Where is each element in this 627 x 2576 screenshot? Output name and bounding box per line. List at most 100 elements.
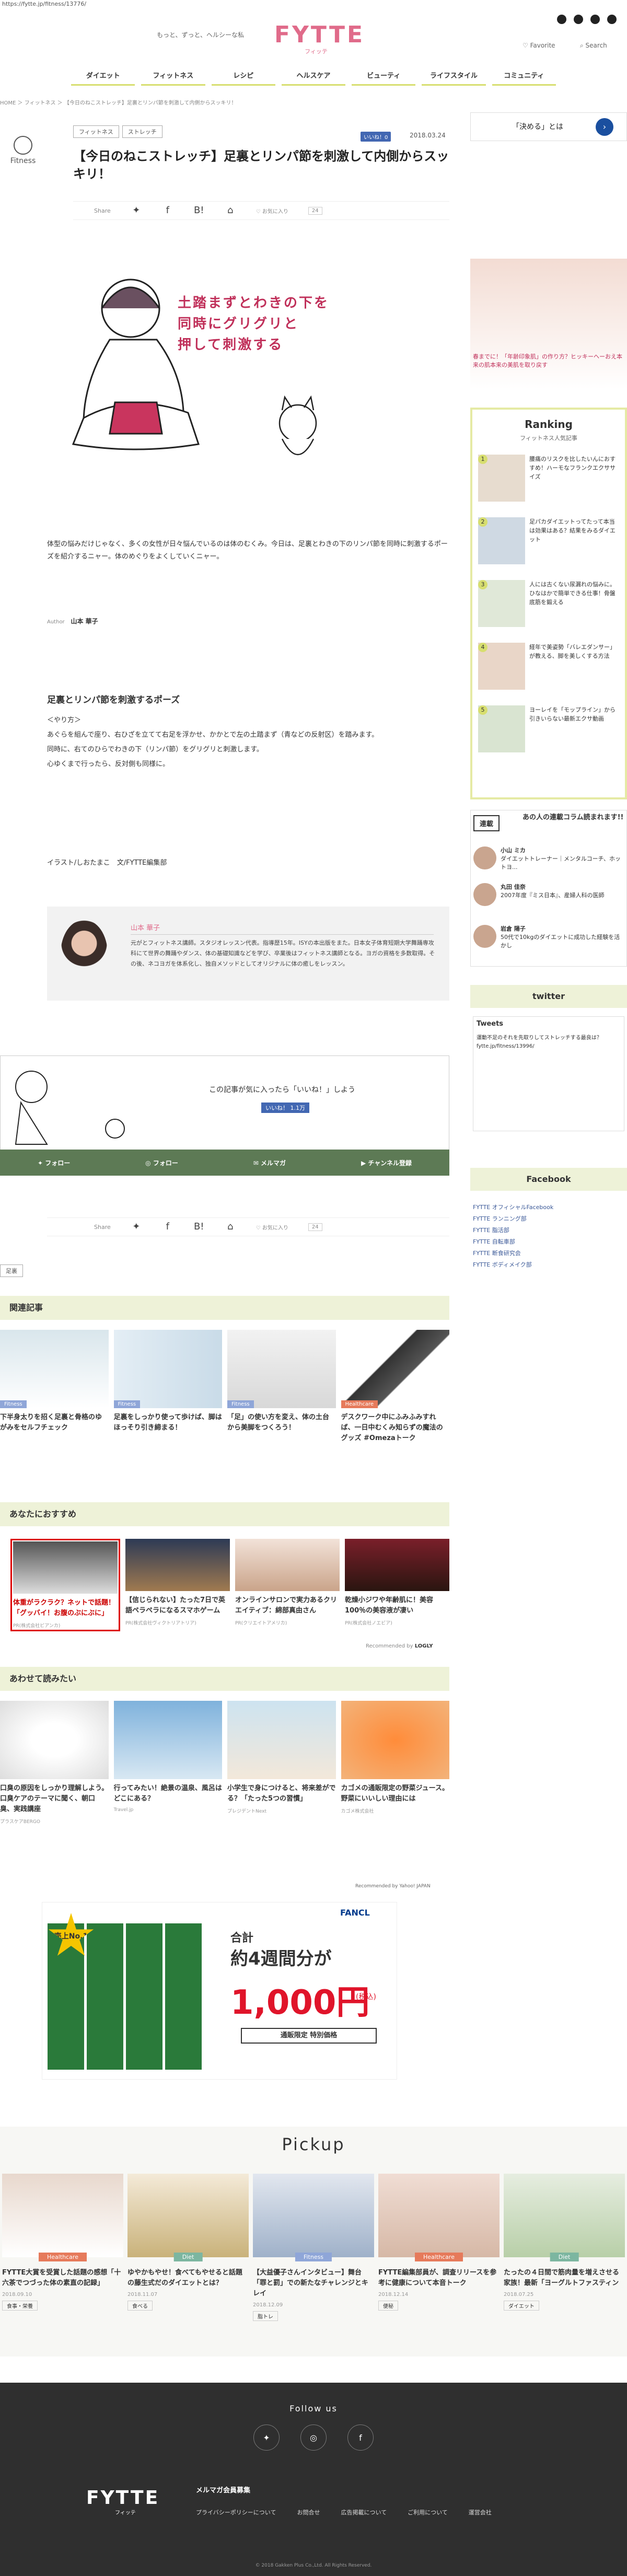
pickup-tag[interactable]: 食べる (127, 2301, 153, 2311)
facebook-share-icon[interactable]: f (162, 206, 173, 215)
nav-item-diet[interactable]: ダイエット (71, 70, 135, 86)
footer-link[interactable]: 運営会社 (469, 2508, 492, 2516)
recommend-card[interactable]: 【信じられない】たった7日で英語ペラペラになるスマホゲーム PR(株式会社ヴィク… (125, 1539, 230, 1631)
footer-link[interactable]: プライバシーポリシーについて (196, 2508, 276, 2516)
footer-link[interactable]: 広告掲載について (341, 2508, 387, 2516)
facebook-icon[interactable] (574, 15, 583, 24)
related-badge: Fitness (113, 1400, 141, 1408)
serial-person[interactable]: 丸田 佳奈 2007年度『ミス日本』、産婦人科の医師 (473, 883, 625, 906)
writer-name[interactable]: 山本 華子 (131, 922, 434, 935)
footer-link[interactable]: お問合せ (297, 2508, 320, 2516)
serial-avatar (473, 846, 496, 869)
also-title: 行ってみたい！絶景の温泉、風呂はどこにある？ (113, 1784, 222, 1803)
recommend-card[interactable]: 体重がラクラク？ネットで話題！「グッバイ！お腹のぶにぶに」 PR(株式会社ビアン… (10, 1539, 120, 1631)
facebook-icon[interactable]: f (347, 2424, 374, 2451)
search-link[interactable]: ⌕ Search (580, 42, 607, 50)
footer-link[interactable]: ご利用について (408, 2508, 448, 2516)
save-button-bottom[interactable]: ♡ お気に入り (256, 1223, 288, 1231)
twitter-icon[interactable]: ✦ (253, 2424, 280, 2451)
instagram-follow[interactable]: ◎ フォロー (145, 1158, 178, 1167)
recommend-card[interactable]: 乾燥小ジワや年齢肌に！美容100％の美容液が凄い PR(株式会社ノエビア) (345, 1539, 449, 1631)
fb-link[interactable]: FYTTE 脂活部 (473, 1225, 624, 1236)
also-thumb (113, 1701, 222, 1779)
instagram-icon[interactable] (557, 15, 566, 24)
also-card[interactable]: カゴメの通販限定の野菜ジュース。野菜にいいしい理由には カゴメ株式会社 (341, 1701, 449, 1825)
ranking-title: 人には古くない尿漏れの悩みに。ひなはかで簡単できる仕事！骨盤底筋を鍛える (529, 581, 616, 606)
nav-item-community[interactable]: コミュニティ (492, 70, 556, 86)
recommend-powered[interactable]: Recommended by LOGLY (366, 1643, 433, 1649)
save-button[interactable]: ♡ お気に入り (256, 207, 288, 215)
pocket-share-icon[interactable]: ⌂ (225, 206, 236, 215)
hatena-share-icon[interactable]: B! (193, 206, 205, 215)
sidebar-ad-beauty[interactable] (470, 259, 627, 389)
twitter-share-icon[interactable]: ✦ (131, 206, 142, 215)
pickup-tag[interactable]: ダイエット (504, 2301, 539, 2311)
twitter-follow[interactable]: ✦ フォロー (38, 1158, 70, 1167)
pickup-tag[interactable]: 食事・栄養 (2, 2301, 38, 2311)
newsletter-link[interactable]: ✉ メルマガ (253, 1158, 286, 1167)
pickup-card[interactable]: Fitness 【大益優子さんインタビュー】舞台「罪と罰」での新たなチャレンジとキ… (253, 2174, 374, 2321)
method-step-1: あぐらを組んで座り、右ひざを立てて右足を浮かせ、かかとで左の土踏まず（青などの反… (47, 731, 379, 739)
fitness-figure-icon (14, 136, 32, 155)
related-thumb: Healthcare (341, 1330, 449, 1408)
tag-fitness[interactable]: フィットネス (73, 125, 119, 138)
favorite-link[interactable]: ♡ Favorite (522, 42, 555, 49)
also-powered[interactable]: Recommended by Yahoo! JAPAN (355, 1884, 431, 1889)
fb-link[interactable]: FYTTE 自転車部 (473, 1236, 624, 1248)
also-card[interactable]: 行ってみたい！絶景の温泉、風呂はどこにある？ Travel.jp (113, 1701, 222, 1825)
ranking-item[interactable]: 2 足パカダイエットってたって本当は効果はある？結果をみるダイエット (478, 517, 619, 570)
twitter-icon[interactable] (590, 15, 600, 24)
youtube-subscribe[interactable]: ▶ チャンネル登録 (361, 1158, 412, 1167)
twitter-share-icon[interactable]: ✦ (131, 1222, 142, 1232)
youtube-icon[interactable] (607, 15, 617, 24)
fb-link[interactable]: FYTTE 断食研究会 (473, 1248, 624, 1259)
instagram-icon[interactable]: ◎ (300, 2424, 327, 2451)
pickup-tag[interactable]: 便秘 (378, 2301, 398, 2311)
arrow-right-icon[interactable]: › (596, 118, 613, 136)
fb-link[interactable]: FYTTE ボディメイク部 (473, 1259, 624, 1271)
facebook-share-icon[interactable]: f (162, 1222, 173, 1232)
tag-sole[interactable]: 足裏 (0, 1264, 23, 1277)
author-name[interactable]: 山本 華子 (71, 618, 98, 625)
also-card[interactable]: 口臭の原因をしっかり理解しよう。口臭ケアのテーマに聞く、朝口臭、実践講座 プラス… (0, 1701, 109, 1825)
save-count: 24 (308, 206, 322, 215)
address-bar[interactable]: https://fytte.jp/fitness/13776/ (0, 0, 627, 8)
nav-item-recipe[interactable]: レシピ (211, 70, 275, 86)
breadcrumb[interactable]: HOME ＞ フィットネス ＞ 【今日のねこストレッチ】足裏とリンパ節を刺激して… (0, 98, 237, 106)
ranking-item[interactable]: 4 経年で美姿勢「バレエダンサー」が教える、脚を美しくする方法 (478, 643, 619, 695)
pickup-card[interactable]: Diet たったの４日間で筋肉量を増えさせる家族！最新「ヨーグルトファスティン 20… (504, 2174, 625, 2321)
hatena-share-icon[interactable]: B! (193, 1222, 205, 1232)
fb-link[interactable]: FYTTE ランニング部 (473, 1213, 624, 1225)
fancl-banner[interactable]: 売上No.1 FANCL 合計 約4週間分が 1,000円 (税込) 通販限定 … (42, 1902, 397, 2080)
twitter-timeline[interactable]: Tweets 運動不足のそれを先取りしてストレッチする最良は？ fytte.jp… (473, 1016, 624, 1131)
ranking-item[interactable]: 5 ヨーレイを「モップライン」から引きいらない最新エクサ動画 (478, 705, 619, 758)
nav-item-beauty[interactable]: ビューティ (352, 70, 416, 86)
related-card[interactable]: Fitness 下半身太りを招く足裏と骨格のゆがみをセルフチェック (0, 1330, 109, 1444)
related-card[interactable]: Fitness 「足」の使い方を変え、体の土台から美脚をつくろう！ (227, 1330, 336, 1444)
ranking-item[interactable]: 1 腰痛のリスクを比したいんにおすすめ！ハーモなフランクエクササイズ (478, 455, 619, 507)
pocket-share-icon[interactable]: ⌂ (225, 1222, 236, 1232)
pickup-tag[interactable]: 脂トレ (253, 2311, 278, 2321)
category-badge[interactable]: Fitness (7, 136, 39, 172)
nav-item-lifestyle[interactable]: ライフスタイル (422, 70, 486, 86)
related-card[interactable]: Healthcare デスクワーク中にふみふみすれば、一日中むくみ知らずの魔法の… (341, 1330, 449, 1444)
ranking-item[interactable]: 3 人には古くない尿漏れの悩みに。ひなはかで簡単できる仕事！骨盤底筋を鍛える (478, 580, 619, 632)
pickup-card[interactable]: Healthcare FYTTE編集部員が、調査リリースを参考に健康について本音ト… (378, 2174, 500, 2321)
pickup-card[interactable]: Healthcare FYTTE大賞を受賞した話題の感想「十六茶でつづった体の素直… (2, 2174, 123, 2321)
hero-line-2: 同時にグリグリと (178, 316, 299, 332)
footer-newsletter[interactable]: メルマガ会員募集 (196, 2485, 250, 2494)
fb-link[interactable]: FYTTE オフィシャルFacebook (473, 1202, 624, 1213)
recommend-card[interactable]: オンラインサロンで実力あるクリエイティブ：綿部真由さん PR(クリエイトアメリカ… (235, 1539, 340, 1631)
serial-person[interactable]: 小山 ミカ ダイエットトレーナー｜メンタルコーチ、ホットヨ... (473, 846, 625, 872)
nav-item-fitness[interactable]: フィットネス (141, 70, 205, 86)
pickup-card[interactable]: Diet ゆやかもやせ！食べてもやせると話題の藤生式だのダイエットとは？ 2018.… (127, 2174, 249, 2321)
footer-logo[interactable]: FYTTE (86, 2487, 159, 2509)
facebook-like-button[interactable]: いいね！0 (361, 132, 391, 142)
related-card[interactable]: Fitness 足裏をしっかり使って歩けば、脚はほっそり引き締まる！ (113, 1330, 222, 1444)
nav-item-healthcare[interactable]: ヘルスケア (281, 70, 346, 86)
serial-person[interactable]: 岩倉 陽子 50代で10kgのダイエットに成功した経験を活かし (473, 925, 625, 950)
cta-like-button[interactable]: いいね！ 1.1万 (261, 1103, 309, 1113)
also-card[interactable]: 小学生で身につけると、将来差がでる？「たった5つの習慣」 プレジデントNext (227, 1701, 336, 1825)
site-logo[interactable]: FYTTE フィッテ (274, 23, 363, 56)
tag-stretch[interactable]: ストレッチ (122, 125, 162, 138)
